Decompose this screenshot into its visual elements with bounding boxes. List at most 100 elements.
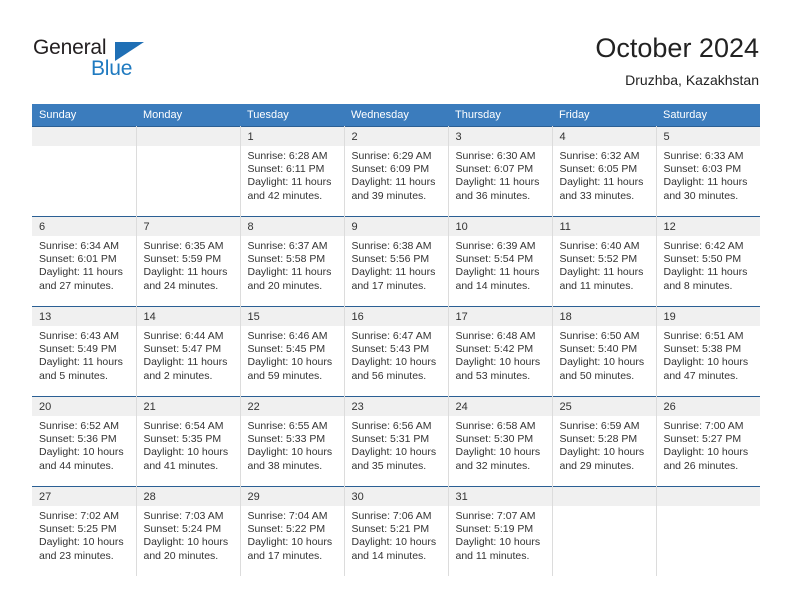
calendar-day-cell[interactable]: 10 Sunrise: 6:39 AM Sunset: 5:54 PM Dayligh… bbox=[448, 216, 553, 307]
logo-text-blue: Blue bbox=[91, 57, 133, 80]
day-number: 26 bbox=[656, 397, 760, 416]
calendar-day-cell[interactable]: 1 Sunrise: 6:28 AM Sunset: 6:11 PM Daylight… bbox=[240, 126, 345, 217]
general-blue-logo[interactable]: General Blue bbox=[33, 36, 163, 84]
weekday-header-wednesday: Wednesday bbox=[344, 104, 448, 127]
calendar-day-cell[interactable]: 19 Sunrise: 6:51 AM Sunset: 5:38 PM Dayligh… bbox=[656, 306, 760, 397]
day-number: 19 bbox=[656, 307, 760, 326]
calendar-day-cell[interactable]: 22 Sunrise: 6:55 AM Sunset: 5:33 PM Dayligh… bbox=[240, 396, 345, 487]
sunset-text: Sunset: 5:35 PM bbox=[143, 433, 222, 446]
daylight-text: Daylight: 10 hours and 20 minutes. bbox=[143, 536, 229, 562]
calendar-day-cell[interactable]: 11 Sunrise: 6:40 AM Sunset: 5:52 PM Dayligh… bbox=[552, 216, 657, 307]
day-number: 4 bbox=[552, 127, 656, 146]
calendar-week-row: 20 Sunrise: 6:52 AM Sunset: 5:36 PM Dayligh… bbox=[32, 396, 761, 487]
calendar-day-cell[interactable]: 2 Sunrise: 6:29 AM Sunset: 6:09 PM Daylight… bbox=[344, 126, 449, 217]
calendar-day-cell[interactable]: 31 Sunrise: 7:07 AM Sunset: 5:19 PM Dayligh… bbox=[448, 486, 553, 576]
day-details: Sunrise: 6:42 AM Sunset: 5:50 PM Daylight:… bbox=[657, 236, 761, 293]
calendar-day-cell[interactable]: 4 Sunrise: 6:32 AM Sunset: 6:05 PM Daylight… bbox=[552, 126, 657, 217]
page-title: October 2024 bbox=[595, 33, 759, 63]
sunset-text: Sunset: 5:19 PM bbox=[455, 523, 534, 536]
sunset-text: Sunset: 5:54 PM bbox=[455, 253, 534, 266]
day-number: 1 bbox=[240, 127, 344, 146]
calendar-day-cell[interactable]: 25 Sunrise: 6:59 AM Sunset: 5:28 PM Dayligh… bbox=[552, 396, 657, 487]
sunset-text: Sunset: 6:01 PM bbox=[39, 253, 117, 266]
calendar-body: 1 Sunrise: 6:28 AM Sunset: 6:11 PM Daylight… bbox=[32, 126, 761, 576]
day-number: 7 bbox=[136, 217, 240, 236]
day-details: Sunrise: 6:37 AM Sunset: 5:58 PM Daylight:… bbox=[241, 236, 344, 293]
calendar-page: General Blue October 2024 Druzhba, Kazak… bbox=[0, 0, 792, 612]
calendar-day-cell[interactable]: 28 Sunrise: 7:03 AM Sunset: 5:24 PM Dayligh… bbox=[136, 486, 241, 576]
sunrise-text: Sunrise: 6:43 AM bbox=[39, 330, 119, 342]
calendar-day-cell[interactable]: 13 Sunrise: 6:43 AM Sunset: 5:49 PM Dayligh… bbox=[32, 306, 137, 397]
day-number: 5 bbox=[656, 127, 760, 146]
day-number: 6 bbox=[32, 217, 136, 236]
calendar-week-row: 27 Sunrise: 7:02 AM Sunset: 5:25 PM Dayligh… bbox=[32, 486, 760, 576]
weekday-header-thursday: Thursday bbox=[448, 104, 552, 127]
calendar-day-cell[interactable]: 30 Sunrise: 7:06 AM Sunset: 5:21 PM Dayligh… bbox=[344, 486, 449, 576]
calendar-day-cell[interactable]: 21 Sunrise: 6:54 AM Sunset: 5:35 PM Dayligh… bbox=[136, 396, 241, 487]
daylight-text: Daylight: 10 hours and 32 minutes. bbox=[455, 446, 541, 472]
calendar-day-cell[interactable]: 9 Sunrise: 6:38 AM Sunset: 5:56 PM Daylight… bbox=[344, 216, 449, 307]
sunrise-text: Sunrise: 6:58 AM bbox=[455, 420, 536, 432]
sunrise-text: Sunrise: 6:52 AM bbox=[39, 420, 119, 432]
day-details: Sunrise: 6:54 AM Sunset: 5:35 PM Daylight:… bbox=[137, 416, 240, 473]
day-details: Sunrise: 6:39 AM Sunset: 5:54 PM Daylight:… bbox=[449, 236, 552, 293]
day-number: 10 bbox=[448, 217, 552, 236]
day-number: 17 bbox=[448, 307, 552, 326]
day-details: Sunrise: 7:00 AM Sunset: 5:27 PM Daylight:… bbox=[657, 416, 761, 473]
page-header: General Blue October 2024 Druzhba, Kazak… bbox=[0, 0, 792, 100]
sunset-text: Sunset: 5:47 PM bbox=[143, 343, 222, 356]
calendar-day-cell[interactable]: 8 Sunrise: 6:37 AM Sunset: 5:58 PM Daylight… bbox=[240, 216, 345, 307]
calendar-day-cell[interactable]: 20 Sunrise: 6:52 AM Sunset: 5:36 PM Dayligh… bbox=[32, 396, 137, 487]
sunrise-text: Sunrise: 6:34 AM bbox=[39, 240, 119, 252]
sunset-text: Sunset: 5:28 PM bbox=[559, 433, 638, 446]
calendar-day-cell[interactable]: 5 Sunrise: 6:33 AM Sunset: 6:03 PM Daylight… bbox=[656, 126, 760, 217]
calendar-day-cell[interactable]: 16 Sunrise: 6:47 AM Sunset: 5:43 PM Dayligh… bbox=[344, 306, 449, 397]
day-details: Sunrise: 6:32 AM Sunset: 6:05 PM Daylight:… bbox=[553, 146, 656, 203]
daylight-text: Daylight: 10 hours and 29 minutes. bbox=[559, 446, 645, 472]
calendar-day-cell[interactable]: 18 Sunrise: 6:50 AM Sunset: 5:40 PM Dayligh… bbox=[552, 306, 657, 397]
calendar-day-cell[interactable]: 27 Sunrise: 7:02 AM Sunset: 5:25 PM Dayligh… bbox=[32, 486, 137, 576]
sunrise-text: Sunrise: 6:35 AM bbox=[143, 240, 224, 252]
daylight-text: Daylight: 10 hours and 11 minutes. bbox=[455, 536, 541, 562]
day-details: Sunrise: 6:50 AM Sunset: 5:40 PM Daylight:… bbox=[553, 326, 656, 383]
calendar-empty-cell bbox=[656, 486, 760, 576]
day-number: 2 bbox=[344, 127, 448, 146]
day-number: 20 bbox=[32, 397, 136, 416]
calendar-day-cell[interactable]: 17 Sunrise: 6:48 AM Sunset: 5:42 PM Dayligh… bbox=[448, 306, 553, 397]
sunset-text: Sunset: 5:21 PM bbox=[351, 523, 430, 536]
sunset-text: Sunset: 5:43 PM bbox=[351, 343, 430, 356]
sunset-text: Sunset: 5:38 PM bbox=[663, 343, 742, 356]
calendar-day-cell[interactable]: 29 Sunrise: 7:04 AM Sunset: 5:22 PM Dayligh… bbox=[240, 486, 345, 576]
calendar-day-cell[interactable]: 7 Sunrise: 6:35 AM Sunset: 5:59 PM Daylight… bbox=[136, 216, 241, 307]
day-number: 12 bbox=[656, 217, 760, 236]
daylight-text: Daylight: 10 hours and 50 minutes. bbox=[559, 356, 645, 382]
calendar-day-cell[interactable]: 26 Sunrise: 7:00 AM Sunset: 5:27 PM Dayligh… bbox=[656, 396, 761, 487]
calendar-day-cell[interactable]: 6 Sunrise: 6:34 AM Sunset: 6:01 PM Daylight… bbox=[32, 216, 137, 307]
sunset-text: Sunset: 5:40 PM bbox=[559, 343, 638, 356]
day-details: Sunrise: 6:52 AM Sunset: 5:36 PM Daylight:… bbox=[32, 416, 136, 473]
sunset-text: Sunset: 6:03 PM bbox=[663, 163, 742, 176]
calendar-day-cell[interactable]: 15 Sunrise: 6:46 AM Sunset: 5:45 PM Dayligh… bbox=[240, 306, 345, 397]
sunset-text: Sunset: 5:31 PM bbox=[351, 433, 430, 446]
sunset-text: Sunset: 5:45 PM bbox=[247, 343, 326, 356]
daylight-text: Daylight: 10 hours and 56 minutes. bbox=[351, 356, 437, 382]
daylight-text: Daylight: 10 hours and 14 minutes. bbox=[351, 536, 437, 562]
calendar-week-row: 6 Sunrise: 6:34 AM Sunset: 6:01 PM Daylight… bbox=[32, 216, 761, 307]
daylight-text: Daylight: 11 hours and 8 minutes. bbox=[663, 266, 748, 292]
sunrise-text: Sunrise: 7:04 AM bbox=[247, 510, 328, 522]
sunrise-text: Sunrise: 6:51 AM bbox=[663, 330, 744, 342]
calendar-day-cell[interactable]: 3 Sunrise: 6:30 AM Sunset: 6:07 PM Daylight… bbox=[448, 126, 553, 217]
day-number bbox=[552, 487, 656, 506]
day-details: Sunrise: 6:43 AM Sunset: 5:49 PM Daylight:… bbox=[32, 326, 136, 383]
calendar-day-cell[interactable]: 23 Sunrise: 6:56 AM Sunset: 5:31 PM Dayligh… bbox=[344, 396, 449, 487]
calendar-day-cell[interactable]: 24 Sunrise: 6:58 AM Sunset: 5:30 PM Dayligh… bbox=[448, 396, 553, 487]
calendar-week-row: 13 Sunrise: 6:43 AM Sunset: 5:49 PM Dayligh… bbox=[32, 306, 760, 397]
sunrise-text: Sunrise: 7:02 AM bbox=[39, 510, 119, 522]
calendar-day-cell[interactable]: 12 Sunrise: 6:42 AM Sunset: 5:50 PM Dayligh… bbox=[656, 216, 761, 307]
calendar-day-cell[interactable]: 14 Sunrise: 6:44 AM Sunset: 5:47 PM Dayligh… bbox=[136, 306, 241, 397]
day-details: Sunrise: 6:55 AM Sunset: 5:33 PM Daylight:… bbox=[241, 416, 344, 473]
daylight-text: Daylight: 10 hours and 53 minutes. bbox=[455, 356, 541, 382]
daylight-text: Daylight: 10 hours and 35 minutes. bbox=[351, 446, 437, 472]
sunrise-text: Sunrise: 6:44 AM bbox=[143, 330, 224, 342]
sunset-text: Sunset: 5:52 PM bbox=[559, 253, 638, 266]
